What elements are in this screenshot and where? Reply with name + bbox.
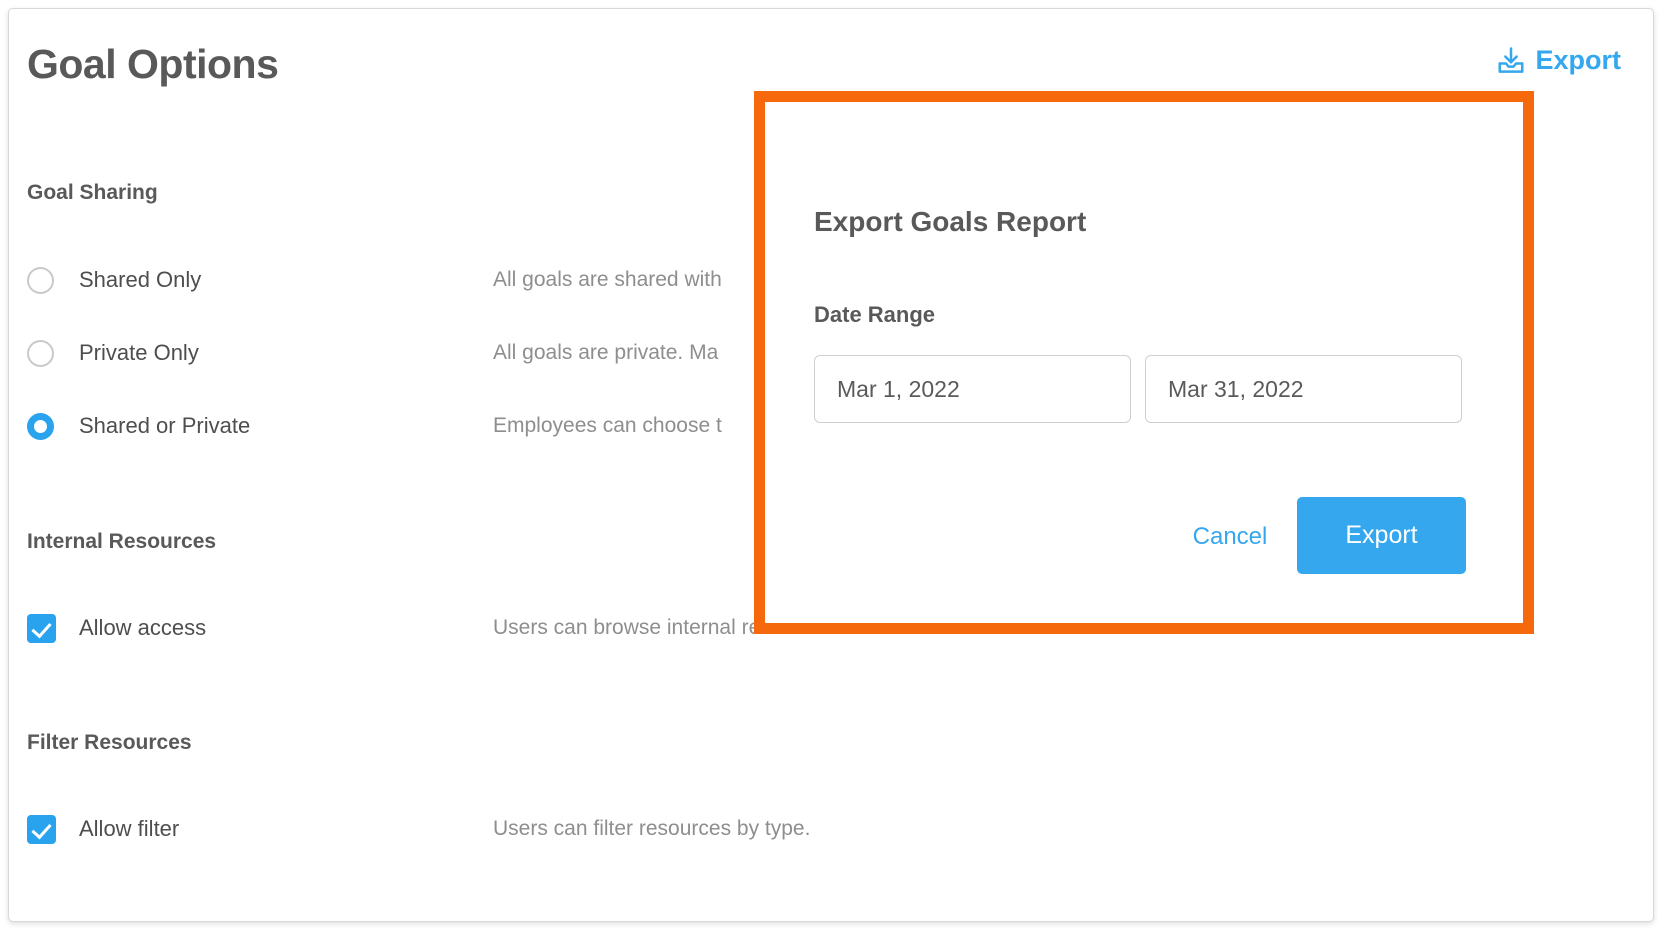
option-description-allow-filter: Users can filter resources by type. [493, 817, 811, 840]
date-start-value: Mar 1, 2022 [837, 375, 960, 402]
radio-shared-or-private[interactable] [27, 412, 54, 440]
dialog-body: Export Goals Report Date Range Mar 1, 20… [765, 102, 1523, 623]
option-row-allow-filter[interactable]: Allow filter Users can filter resources … [27, 812, 1627, 846]
option-description-shared-or-private: Employees can choose t [493, 414, 722, 437]
checkbox-allow-filter[interactable] [27, 814, 56, 844]
section-heading-filter-resources: Filter Resources [27, 731, 192, 754]
settings-page: Goal Options Export Goal Sharing Shared … [8, 8, 1654, 922]
date-start-input[interactable]: Mar 1, 2022 [814, 355, 1131, 423]
option-description-private-only: All goals are private. Ma [493, 341, 719, 364]
option-label-allow-filter: Allow filter [79, 816, 180, 841]
export-link[interactable]: Export [1496, 45, 1621, 76]
option-label-private-only: Private Only [79, 340, 199, 365]
date-end-input[interactable]: Mar 31, 2022 [1145, 355, 1462, 423]
checkbox-cell [27, 613, 79, 643]
radio-shared-only[interactable] [27, 266, 54, 294]
option-description-shared-only: All goals are shared with [493, 268, 722, 291]
option-label-allow-access: Allow access [79, 615, 207, 640]
export-submit-button[interactable]: Export [1297, 497, 1466, 574]
date-range-label: Date Range [814, 302, 936, 327]
radio-cell [27, 266, 79, 294]
radio-private-only[interactable] [27, 339, 54, 367]
option-label-shared-or-private: Shared or Private [79, 413, 251, 438]
option-label-shared-only: Shared Only [79, 267, 202, 292]
checkbox-cell [27, 814, 79, 844]
date-end-value: Mar 31, 2022 [1168, 375, 1304, 402]
radio-cell [27, 412, 79, 440]
radio-cell [27, 339, 79, 367]
checkbox-allow-access[interactable] [27, 613, 56, 643]
cancel-button[interactable]: Cancel [1165, 515, 1295, 559]
section-heading-internal-resources: Internal Resources [27, 530, 217, 553]
download-tray-icon [1496, 46, 1526, 76]
export-goals-report-dialog: Export Goals Report Date Range Mar 1, 20… [754, 91, 1534, 634]
section-heading-goal-sharing: Goal Sharing [27, 181, 158, 204]
export-link-label: Export [1535, 45, 1621, 75]
page-title: Goal Options [27, 41, 279, 87]
dialog-title: Export Goals Report [814, 206, 1087, 237]
